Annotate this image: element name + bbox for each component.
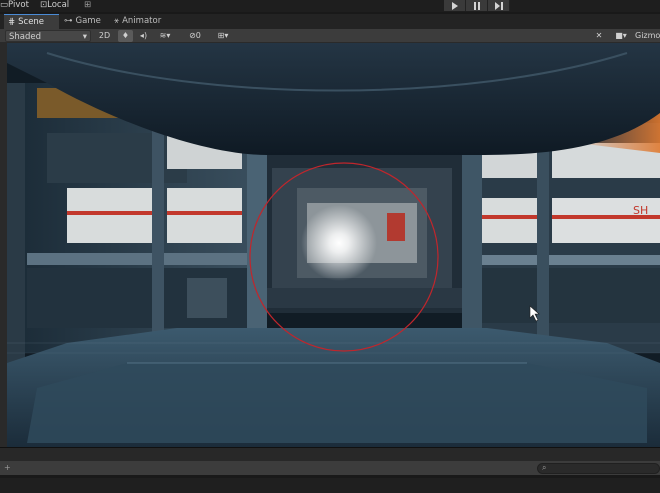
chevron-down-icon: ▾ — [622, 31, 627, 40]
lighting-toggle[interactable]: ♦ — [118, 30, 133, 42]
shading-mode-value: Shaded — [9, 32, 42, 42]
wrench-icon: ✕ — [595, 31, 603, 40]
animator-icon: ⚹ — [114, 16, 120, 26]
scene-toolbar: Shaded ▾ 2D ♦ ◂) ≋▾ ⊘0 ⊞▾ ✕ ■▾ Gizmos — [0, 29, 660, 43]
speaker-icon: ◂) — [139, 31, 148, 40]
chevron-down-icon: ▾ — [82, 32, 87, 42]
left-panel-edge — [0, 43, 7, 447]
pause-icon — [473, 1, 480, 10]
tab-scene-label: Scene — [18, 16, 45, 27]
scene-visibility-toggle[interactable]: ⊘0 — [182, 30, 208, 42]
local-label: Local — [47, 0, 70, 10]
grid-icon: ⋕ — [8, 16, 16, 27]
play-button[interactable] — [444, 0, 466, 11]
point-light-glow[interactable] — [301, 205, 377, 281]
view-tabs: ⋕ Scene ⊶ Game ⚹ Animator — [0, 14, 660, 29]
pivot-icon: ▭ — [0, 0, 9, 10]
step-button[interactable] — [488, 0, 510, 11]
tools-button[interactable]: ✕ — [592, 30, 606, 42]
add-icon[interactable]: + — [4, 463, 11, 472]
scene-viewport[interactable]: SH — [7, 43, 660, 447]
pause-button[interactable] — [466, 0, 488, 11]
shading-mode-dropdown[interactable]: Shaded ▾ — [5, 30, 91, 42]
hidden-count: 0 — [195, 31, 201, 40]
gamepad-icon: ⊶ — [64, 16, 73, 26]
grid-snap-icon[interactable]: ⊞ — [84, 0, 91, 11]
lightbulb-icon: ♦ — [121, 31, 130, 40]
local-toggle[interactable]: ⊡Local — [40, 0, 69, 11]
playback-controls — [444, 0, 510, 11]
play-icon — [451, 1, 458, 10]
tab-game[interactable]: ⊶ Game — [60, 14, 105, 29]
grid-visibility-dropdown[interactable]: ⊞▾ — [210, 30, 236, 42]
audio-toggle[interactable]: ◂) — [136, 30, 151, 42]
scene-render: SH — [7, 43, 660, 447]
tab-game-label: Game — [75, 16, 101, 26]
status-bar — [0, 478, 660, 493]
tab-animator-label: Animator — [122, 16, 162, 26]
chevron-down-icon: ▾ — [166, 31, 171, 40]
gizmos-label: Gizmos — [635, 31, 660, 40]
pivot-toggle[interactable]: ▭Pivot — [0, 0, 29, 11]
tab-scene[interactable]: ⋕ Scene — [4, 14, 59, 29]
wall-sign: SH — [633, 204, 648, 217]
eye-slash-icon: ⊘ — [189, 31, 196, 40]
search-icon: ⌕ — [542, 463, 547, 472]
chevron-down-icon: ▾ — [224, 31, 229, 40]
step-icon — [494, 1, 503, 10]
camera-icon: ■ — [615, 31, 623, 40]
panel-divider[interactable] — [0, 447, 660, 461]
project-search-input[interactable]: ⌕ — [537, 463, 660, 474]
camera-dropdown[interactable]: ■▾ — [610, 30, 632, 42]
gizmos-dropdown[interactable]: Gizmos — [635, 30, 660, 42]
main-toolbar: ▭Pivot ⊡Local ⊞ — [0, 0, 660, 12]
pivot-label: Pivot — [8, 0, 29, 10]
mode-2d-toggle[interactable]: 2D — [96, 30, 113, 42]
tab-animator[interactable]: ⚹ Animator — [110, 14, 165, 29]
effects-dropdown[interactable]: ≋▾ — [154, 30, 176, 42]
mode-2d-label: 2D — [98, 31, 111, 40]
